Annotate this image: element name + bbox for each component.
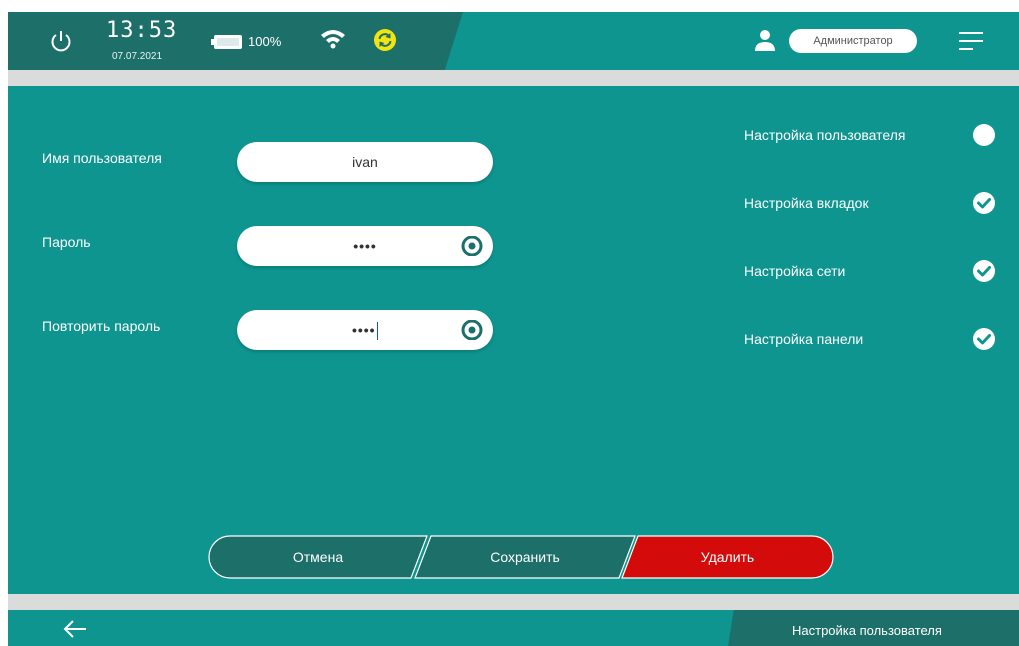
- password-value: ••••: [353, 238, 377, 254]
- top-bar: 13:53 07.07.2021 100% Администратор: [8, 12, 1019, 70]
- bottom-bar: Настройка пользователя: [8, 610, 1019, 646]
- permission-label-user: Настройка пользователя: [744, 127, 906, 143]
- battery-icon: [211, 35, 242, 49]
- permission-label-network: Настройка сети: [744, 263, 846, 279]
- check-icon[interactable]: [972, 327, 996, 351]
- save-button[interactable]: Сохранить: [414, 535, 636, 579]
- power-icon[interactable]: [48, 28, 74, 54]
- username-field[interactable]: ivan: [237, 142, 493, 182]
- cancel-label: Отмена: [292, 549, 344, 565]
- back-arrow-icon[interactable]: [62, 619, 88, 639]
- permission-label-panel: Настройка панели: [744, 331, 864, 347]
- username-label: Имя пользователя: [42, 150, 162, 166]
- top-divider: [8, 70, 1019, 86]
- action-bar: Отмена Сохранить Удалить: [208, 535, 834, 579]
- repeat-password-value: ••••: [351, 322, 376, 338]
- menu-icon[interactable]: [958, 29, 984, 53]
- eye-icon[interactable]: [461, 236, 483, 256]
- text-cursor: [376, 322, 379, 341]
- check-icon[interactable]: [972, 191, 996, 215]
- clock: 13:53: [106, 18, 178, 43]
- eye-icon[interactable]: [461, 320, 483, 340]
- delete-button[interactable]: Удалить: [621, 535, 834, 579]
- repeat-password-field[interactable]: ••••: [237, 310, 493, 350]
- check-icon[interactable]: [972, 259, 996, 283]
- permission-toggle-user[interactable]: [972, 123, 996, 147]
- cancel-button[interactable]: Отмена: [208, 535, 428, 579]
- user-icon: [755, 30, 775, 51]
- permission-label-tabs: Настройка вкладок: [744, 195, 869, 211]
- sync-icon[interactable]: [374, 29, 396, 51]
- date: 07.07.2021: [112, 51, 163, 62]
- user-role-badge[interactable]: Администратор: [789, 29, 917, 53]
- footer-page-title: Настройка пользователя: [792, 623, 942, 638]
- wifi-icon: [321, 30, 345, 49]
- save-label: Сохранить: [490, 549, 560, 565]
- username-value: ivan: [352, 154, 378, 170]
- password-field[interactable]: ••••: [237, 226, 493, 266]
- password-label: Пароль: [42, 234, 91, 250]
- repeat-password-label: Повторить пароль: [42, 318, 161, 334]
- battery-level: 100%: [248, 34, 282, 49]
- bottom-divider: [8, 594, 1019, 610]
- app-screen: 13:53 07.07.2021 100% Администратор Имя …: [8, 12, 1019, 646]
- delete-label: Удалить: [700, 549, 755, 565]
